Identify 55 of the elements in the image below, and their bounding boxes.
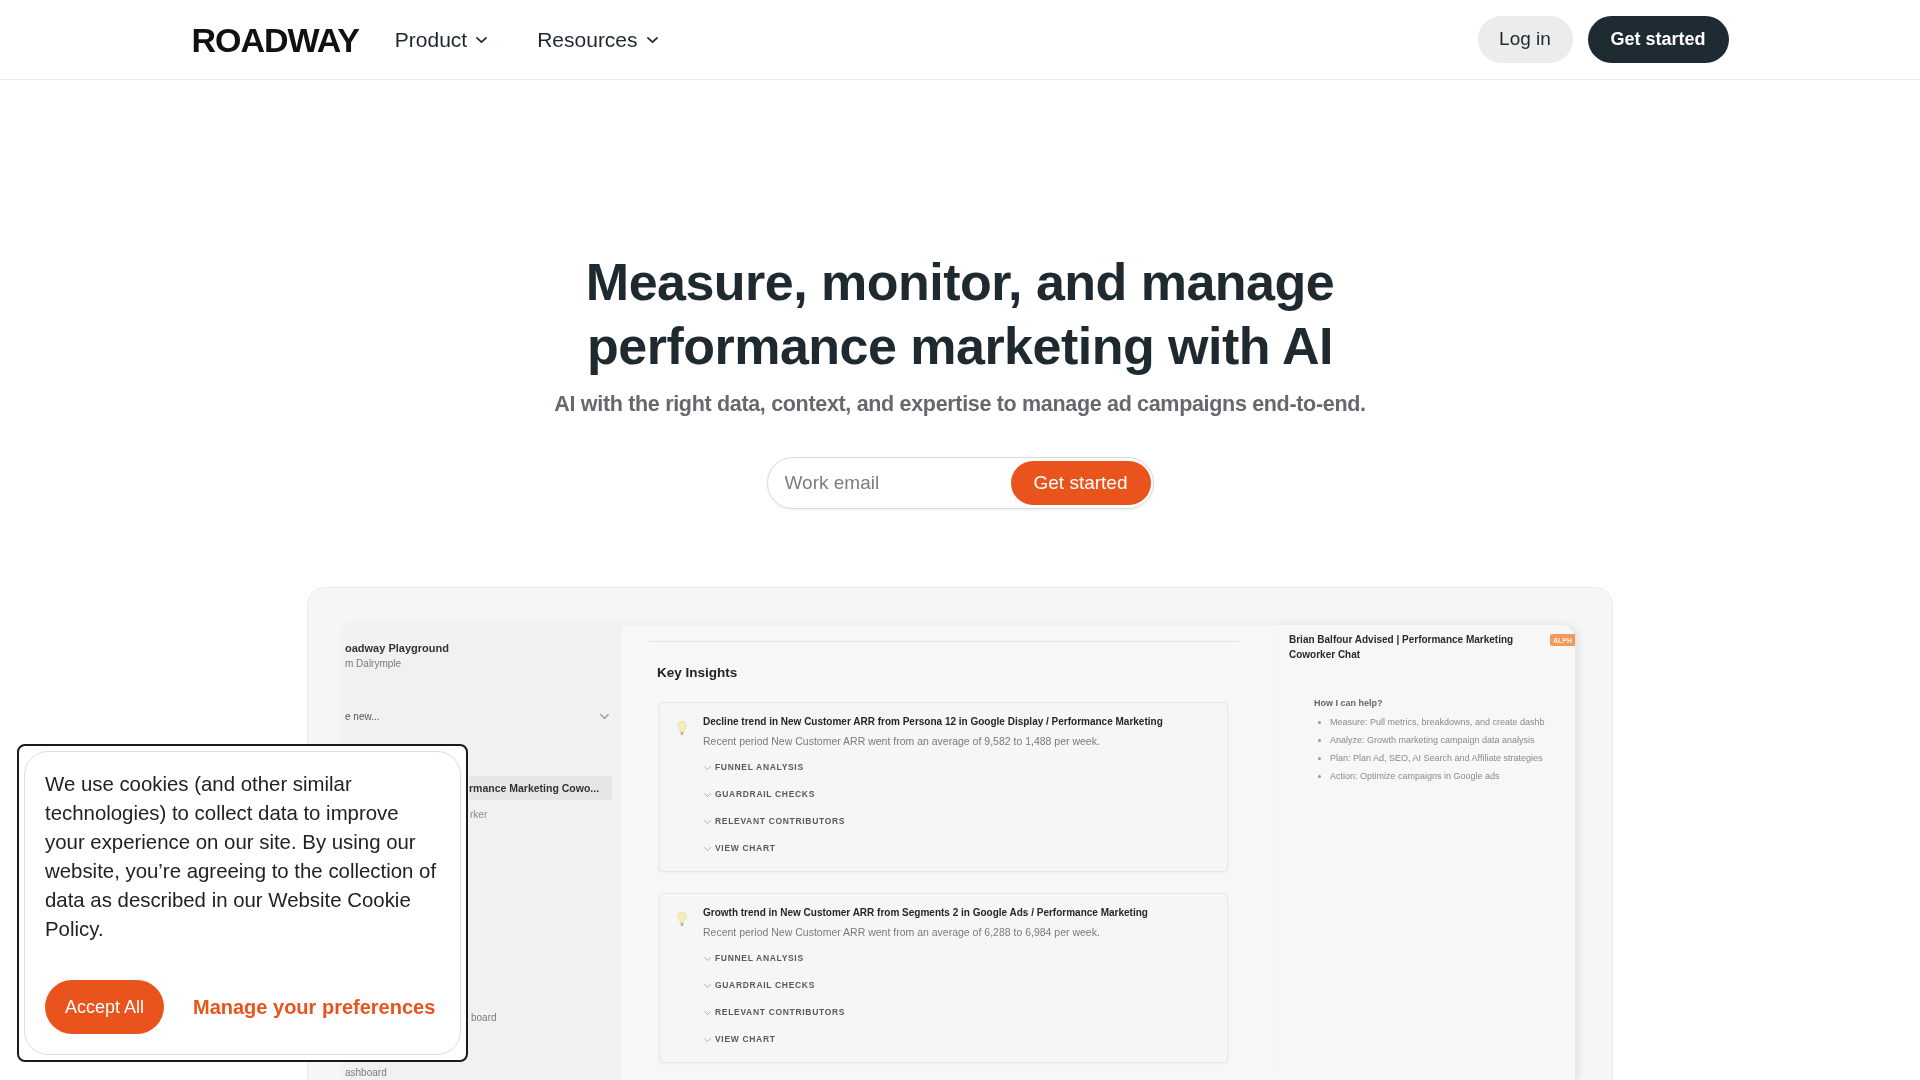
section-heading: Key Insights <box>657 664 738 681</box>
accordion-toggle[interactable]: RELEVANT CONTRIBUTORS <box>703 999 846 1026</box>
help-heading: How I can help? <box>1314 697 1383 709</box>
brand-logo[interactable]: ROADWAY <box>191 22 359 57</box>
chevron-down-icon <box>704 983 711 988</box>
insight-title: Decline trend in New Customer ARR from Persona 12 in Google Display / Performance Marketing <box>703 715 1163 729</box>
email-input[interactable]: Work email <box>767 458 1011 508</box>
bullet-icon <box>1318 738 1321 742</box>
chevron-down-icon <box>704 1037 711 1042</box>
insight-title: Growth trend in New Customer ARR from Segments 2 in Google Ads / Performance Marketing <box>703 906 1148 920</box>
manage-preferences-link[interactable]: Manage your preferences <box>193 992 436 1022</box>
get-started-button[interactable]: Get started <box>1587 16 1729 63</box>
insight-description: Recent period New Customer ARR went from an average of 9,582 to 1,488 per week. <box>703 734 1100 748</box>
submit-button[interactable]: Get started <box>1010 461 1151 505</box>
help-item: Plan: Plan Ad, SEO, AI Search and Affiliate strategies <box>1330 752 1543 764</box>
accept-all-button[interactable]: Accept All <box>45 980 164 1034</box>
sidebar-item[interactable]: rmance Marketing Cowo... <box>469 776 612 800</box>
chevron-down-icon <box>704 956 711 961</box>
user-name: m Dalrymple <box>345 657 402 670</box>
sidebar-item[interactable]: ashboard <box>345 1065 387 1079</box>
help-item: Action: Optimize campaigns in Google ads <box>1330 770 1500 782</box>
nav-menu-button[interactable]: Resources <box>537 23 658 56</box>
chevron-down-icon <box>600 713 609 719</box>
chevron-down-icon <box>646 36 658 43</box>
chevron-down-icon <box>704 765 711 770</box>
hero-heading: Measure, monitor, and manage performance marketing with AI <box>584 252 1336 377</box>
bullet-icon <box>1318 774 1321 778</box>
sidebar-item[interactable]: board <box>471 1010 497 1024</box>
hero-subtitle: AI with the right data, context, and expertise to manage ad campaigns end-to-end. <box>554 391 1366 418</box>
accordion-toggle[interactable]: VIEW CHART <box>703 835 776 862</box>
accordion-toggle[interactable]: RELEVANT CONTRIBUTORS <box>703 808 846 835</box>
insight-description: Recent period New Customer ARR went from an average of 6,288 to 6,984 per week. <box>703 925 1100 939</box>
accordion-toggle[interactable]: GUARDRAIL CHECKS <box>703 972 815 999</box>
accordion-toggle[interactable]: VIEW CHART <box>703 1026 776 1053</box>
chevron-down-icon <box>704 819 711 824</box>
bullet-icon <box>1318 720 1321 724</box>
chevron-down-icon <box>476 36 488 43</box>
help-item: Measure: Pull metrics, breakdowns, and create dashb <box>1330 716 1545 728</box>
sidebar-item-subtitle: rker <box>470 808 488 822</box>
login-button[interactable]: Log in <box>1477 16 1573 63</box>
accordion-toggle[interactable]: FUNNEL ANALYSIS <box>703 754 804 781</box>
chevron-down-icon <box>704 846 711 851</box>
new-menu-label[interactable]: e new... <box>345 709 380 723</box>
chevron-down-icon <box>704 792 711 797</box>
bullet-icon <box>1318 756 1321 760</box>
accordion-toggle[interactable]: FUNNEL ANALYSIS <box>703 945 804 972</box>
lightbulb-icon <box>677 912 687 926</box>
accordion-toggle[interactable]: GUARDRAIL CHECKS <box>703 781 815 808</box>
nav-menu-button[interactable]: Product <box>394 23 488 56</box>
chat-title: Brian Balfour Advised | Performance Marketing Coworker Chat <box>1289 633 1515 662</box>
lightbulb-icon <box>677 721 687 735</box>
help-item: Analyze: Growth marketing campaign data analysis <box>1330 734 1535 746</box>
chevron-down-icon <box>704 1010 711 1015</box>
cookie-message: We use cookies (and other similar technologies) to collect data to improve your experience on our site. By using our website, you’re agreeing to the collection of data as described in our Website Cookie Policy. <box>45 772 438 942</box>
workspace-name: oadway Playground <box>345 641 449 655</box>
